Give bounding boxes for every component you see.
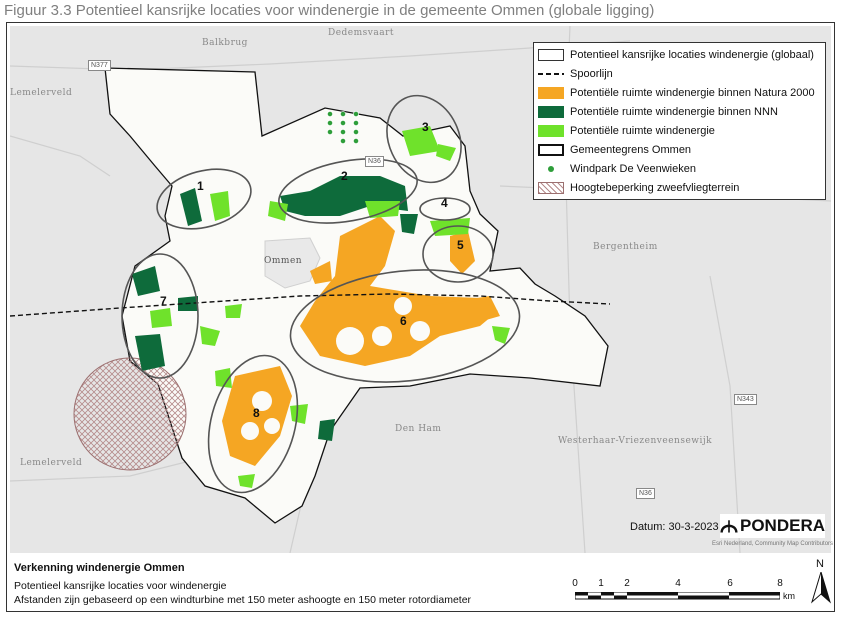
north-arrow-icon [811, 572, 831, 604]
pondera-logo-text: PONDERA [739, 516, 825, 535]
zone-label-8: 8 [253, 406, 260, 420]
scale-unit: km [783, 591, 795, 601]
legend-item-natura: Potentiële ruimte windenergie binnen Nat… [538, 85, 815, 101]
place-dedemsvaart: Dedemsvaart [328, 28, 395, 38]
legend-swatch-kansrijk [538, 49, 564, 61]
footer-title: Verkenning windenergie Ommen [14, 562, 185, 574]
map-credits: Esri Nederland, Community Map Contributo… [712, 541, 834, 547]
zone-label-2: 2 [341, 169, 348, 183]
place-den-ham: Den Ham [395, 424, 442, 434]
scale-bar-graphic [575, 592, 780, 600]
zone-label-5: 5 [457, 238, 464, 252]
zone-label-4: 4 [441, 196, 448, 210]
road-label-n343: N343 [734, 394, 757, 405]
place-lemelerveld: Lemelerveld [20, 458, 83, 468]
map-legend: Potentieel kansrijke locaties windenergi… [533, 42, 826, 200]
scale-tick: 6 [727, 578, 733, 589]
legend-label: Potentiële ruimte windenergie binnen NNN [570, 106, 778, 118]
legend-swatch-windpark [538, 163, 564, 175]
footer-line-2: Afstanden zijn gebaseerd op een windturb… [14, 594, 472, 606]
legend-swatch-ruimte [538, 125, 564, 137]
legend-swatch-natura [538, 87, 564, 99]
north-label: N [816, 558, 824, 570]
place-westerhaar: Westerhaar-Vriezenveensewijk [558, 436, 713, 446]
legend-item-spoorlijn: Spoorlijn [538, 66, 613, 82]
place-bergentheim: Bergentheim [593, 242, 658, 252]
zone-label-1: 1 [197, 179, 204, 193]
legend-item-gemeentegrens: Gemeentegrens Ommen [538, 142, 691, 158]
legend-label: Spoorlijn [570, 68, 613, 80]
legend-label: Potentieel kansrijke locaties windenergi… [570, 49, 814, 61]
legend-item-hoogtebeperking: Hoogtebeperking zweefvliegterrein [538, 180, 739, 196]
legend-item-windpark: Windpark De Veenwieken [538, 161, 696, 177]
scale-tick: 2 [624, 578, 630, 589]
legend-label: Potentiële ruimte windenergie [570, 125, 715, 137]
road-label-n377: N377 [88, 60, 111, 71]
legend-item-nnn: Potentiële ruimte windenergie binnen NNN [538, 104, 778, 120]
road-label-n36: N36 [365, 156, 384, 167]
scale-tick: 0 [572, 578, 578, 589]
legend-swatch-hoogtebeperking [538, 182, 564, 194]
legend-swatch-nnn [538, 106, 564, 118]
zone-label-7: 7 [160, 294, 167, 308]
footer-line-1: Potentieel kansrijke locaties voor winde… [14, 580, 227, 592]
north-arrow: N [810, 558, 832, 606]
legend-swatch-spoorlijn [538, 73, 564, 75]
legend-swatch-gemeentegrens [538, 144, 564, 156]
legend-label: Hoogtebeperking zweefvliegterrein [570, 182, 740, 194]
place-ommen: Ommen [264, 256, 303, 266]
place-balkbrug: Balkbrug [202, 38, 248, 48]
scale-tick: 1 [598, 578, 604, 589]
pondera-logo-icon [720, 520, 738, 533]
scale-tick: 4 [675, 578, 681, 589]
scale-bar: 0 1 2 4 6 8 km [570, 578, 800, 608]
map-date: Datum: 30-3-2023 [630, 521, 719, 533]
glider-height-restriction [73, 357, 187, 471]
legend-item-kansrijk: Potentieel kansrijke locaties windenergi… [538, 47, 814, 63]
legend-label: Windpark De Veenwieken [570, 163, 696, 175]
zone-label-6: 6 [400, 314, 407, 328]
zone-label-3: 3 [422, 120, 429, 134]
legend-label: Gemeentegrens Ommen [570, 144, 692, 156]
pondera-logo: PONDERA [720, 514, 825, 538]
road-label-n36b: N36 [636, 488, 655, 499]
scale-tick: 8 [777, 578, 783, 589]
place-lemelerveld-top: Lemelerveld [10, 88, 73, 98]
figure-title: Figuur 3.3 Potentieel kansrijke locaties… [4, 2, 655, 19]
legend-label: Potentiële ruimte windenergie binnen Nat… [570, 87, 815, 99]
legend-item-ruimte: Potentiële ruimte windenergie [538, 123, 715, 139]
